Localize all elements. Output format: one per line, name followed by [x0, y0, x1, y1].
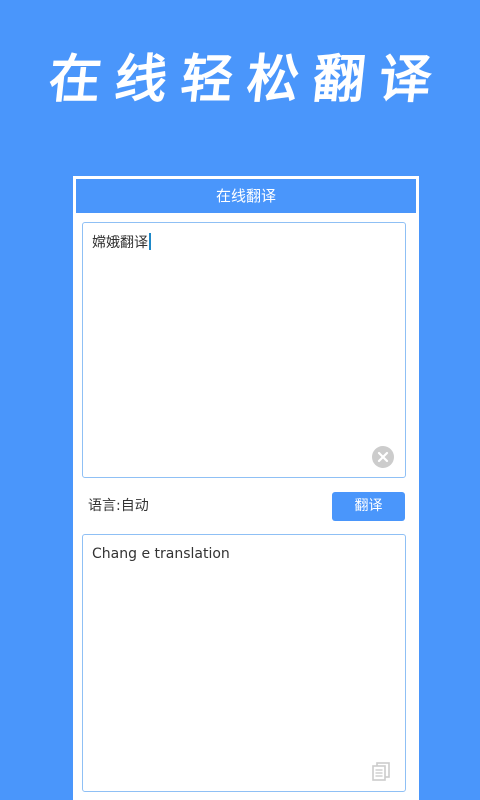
app-title: 在线翻译 [215, 187, 276, 205]
language-selector[interactable]: 语言:自动 [88, 496, 149, 516]
promo-title: 在线轻松翻译 [45, 49, 449, 110]
copy-glyph [372, 762, 390, 781]
source-text: 嫦娥翻译 [92, 233, 151, 252]
app-screen: 在线翻译 嫦娥翻译 语言:自动 翻译 Chang e translation [73, 176, 419, 800]
clear-icon[interactable] [372, 446, 394, 468]
clear-x-glyph [377, 451, 389, 463]
source-text-input[interactable]: 嫦娥翻译 [82, 222, 406, 478]
app-title-bar: 在线翻译 [76, 179, 416, 213]
translate-button[interactable]: 翻译 [332, 492, 405, 521]
text-caret [149, 233, 151, 250]
source-text-value: 嫦娥翻译 [92, 235, 148, 251]
translation-result-text: Chang e translation [92, 546, 230, 562]
translation-result-box: Chang e translation [82, 534, 406, 792]
copy-icon[interactable] [370, 760, 392, 782]
